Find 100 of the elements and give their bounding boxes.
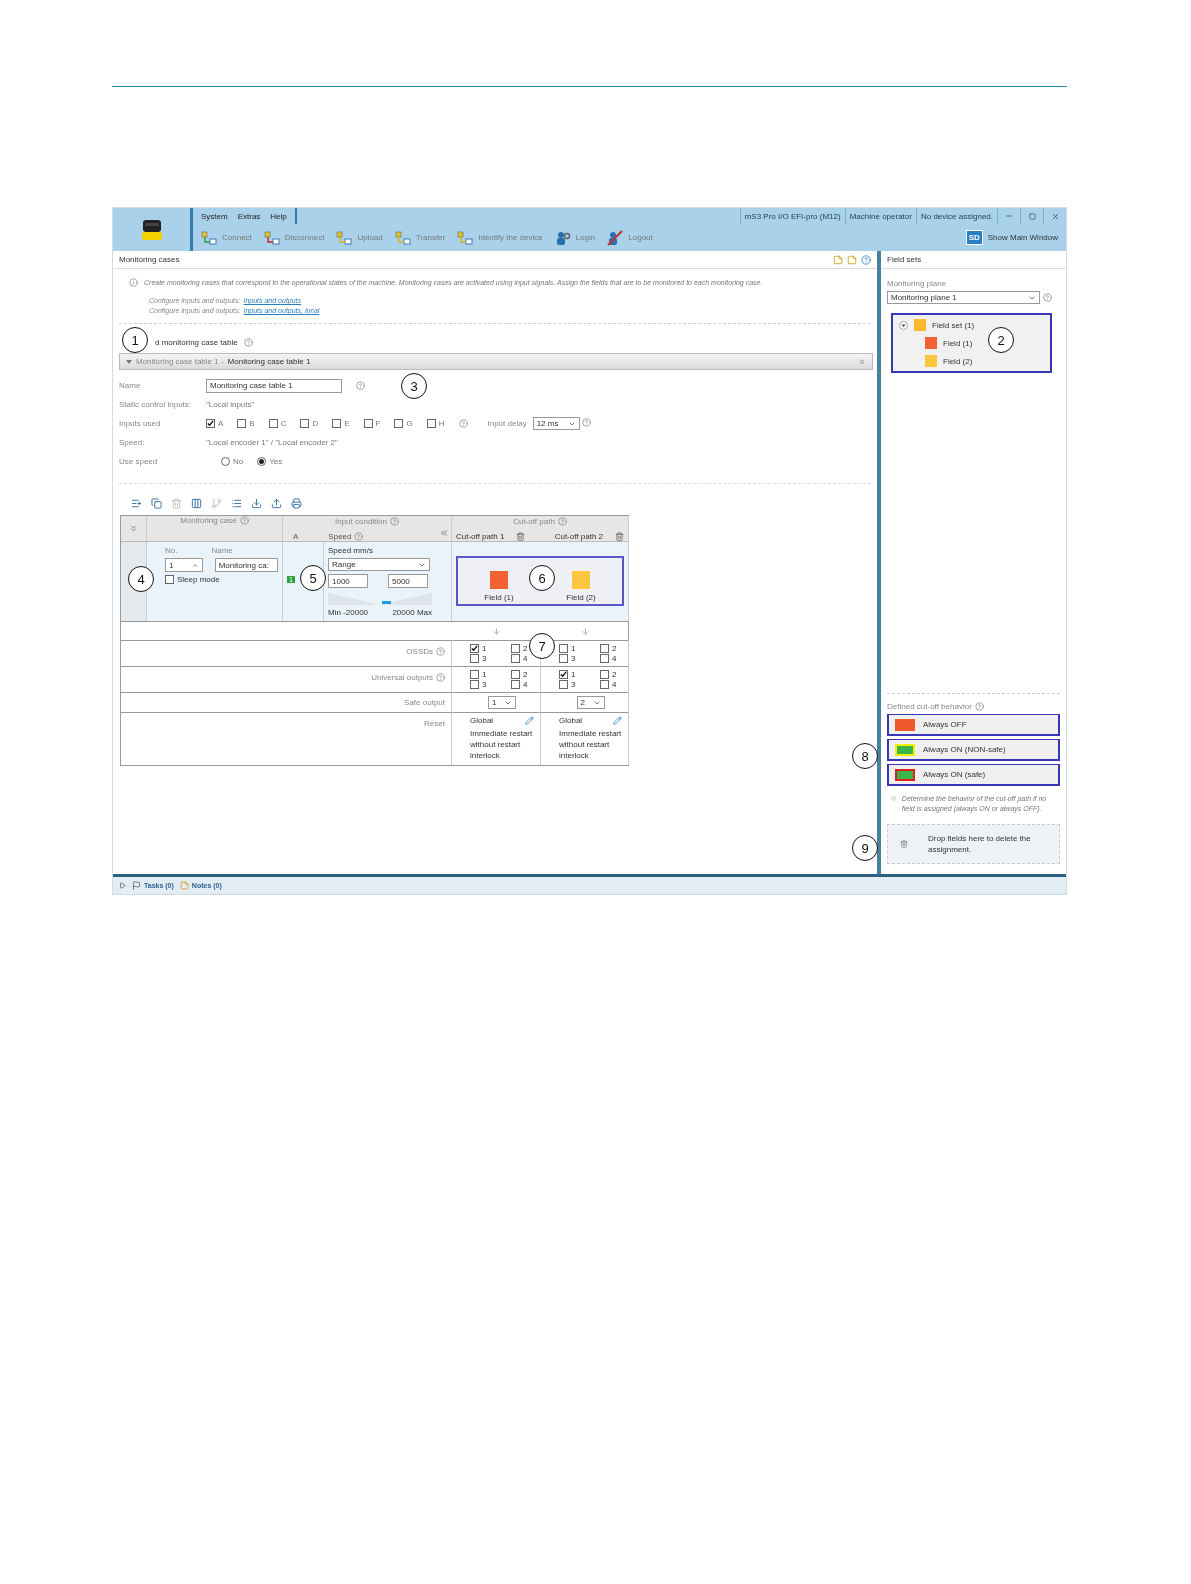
arrow-icon <box>492 626 501 636</box>
field-swatch[interactable] <box>490 571 508 589</box>
safe-output-select[interactable]: 2 <box>576 696 605 709</box>
max-speed-field[interactable]: 5000 <box>388 574 428 588</box>
row-label: OSSDs <box>406 647 433 656</box>
number-field[interactable]: 1 <box>165 558 203 572</box>
copy-icon[interactable] <box>151 498 162 509</box>
callout-number: 3 <box>401 373 427 399</box>
min-speed-field[interactable]: 1000 <box>328 574 368 588</box>
checkbox[interactable] <box>511 644 520 653</box>
checkbox[interactable] <box>300 419 310 428</box>
checkbox[interactable] <box>470 670 479 679</box>
list-icon[interactable] <box>231 498 242 509</box>
checkbox[interactable] <box>511 654 520 663</box>
help-icon[interactable] <box>581 418 591 427</box>
radio-label: No <box>233 457 244 466</box>
speed-mode-select[interactable]: Range <box>328 558 430 571</box>
export-icon[interactable] <box>271 498 282 509</box>
menu-item[interactable]: System <box>201 211 228 221</box>
help-icon[interactable] <box>356 381 365 390</box>
checkbox-label: 3 <box>571 680 576 689</box>
columns-icon[interactable] <box>191 498 202 509</box>
import-icon[interactable] <box>251 498 262 509</box>
checkbox[interactable] <box>559 654 568 663</box>
checkbox[interactable] <box>470 654 479 663</box>
trash-icon[interactable] <box>516 531 526 541</box>
field-label: No. <box>165 546 178 555</box>
column-header: Cut-off path 2 <box>554 531 603 541</box>
row-label: Safe output <box>404 698 445 707</box>
tree-item[interactable]: Field set (1) <box>932 320 975 330</box>
callout-number: 7 <box>529 633 555 659</box>
checkbox[interactable] <box>363 419 373 428</box>
name-field[interactable]: Monitoring case table 1 <box>206 378 342 393</box>
checkbox[interactable] <box>600 680 609 689</box>
safe-output-select[interactable]: 1 <box>488 696 516 709</box>
help-icon[interactable] <box>974 702 984 711</box>
expand-icon[interactable] <box>119 882 126 889</box>
help-icon[interactable] <box>1043 293 1052 302</box>
column-header: Speed <box>328 531 352 541</box>
checkbox-label: 4 <box>523 654 528 663</box>
checkbox-label: D <box>312 419 319 428</box>
tree-item[interactable]: Field (1) <box>943 338 973 348</box>
help-icon[interactable] <box>861 254 871 265</box>
cut-off-behavior-button[interactable]: Always OFF <box>887 714 1060 736</box>
monitoring-plane-select[interactable]: Monitoring plane 1 <box>887 291 1040 304</box>
checkbox[interactable] <box>426 419 436 428</box>
checkbox[interactable] <box>511 680 520 689</box>
expand-icon <box>126 358 132 365</box>
trash-icon[interactable] <box>615 531 624 541</box>
checkbox[interactable] <box>268 419 278 428</box>
checkbox[interactable] <box>394 419 404 428</box>
menu-item[interactable]: Help <box>270 211 287 221</box>
checkbox[interactable] <box>470 644 479 653</box>
checkbox-label: 3 <box>482 654 487 663</box>
checkbox[interactable] <box>600 670 609 679</box>
spinner-icon[interactable] <box>191 561 199 569</box>
add-row-icon[interactable] <box>131 498 142 509</box>
checkbox[interactable] <box>237 419 247 428</box>
checkbox[interactable] <box>206 419 215 428</box>
cut-off-behavior-button[interactable]: Always ON (NON-safe) <box>887 739 1060 761</box>
checkbox[interactable] <box>600 654 609 663</box>
devices-icon <box>201 229 217 246</box>
collapse-icon[interactable] <box>129 524 138 533</box>
help-icon[interactable] <box>243 338 253 347</box>
user-key-icon <box>554 229 571 246</box>
drop-zone[interactable]: Drop fields here to delete the assignment. <box>887 824 1060 864</box>
checkbox[interactable] <box>559 670 568 679</box>
panel-title: Field sets <box>887 255 922 264</box>
checkbox[interactable] <box>470 680 479 689</box>
checkbox-label: 1 <box>571 644 576 653</box>
reset-scope: Global <box>559 716 583 725</box>
collapse-icon[interactable] <box>858 357 866 366</box>
checkbox[interactable] <box>559 644 568 653</box>
printer-icon[interactable] <box>291 498 302 509</box>
cut-off-behavior-button[interactable]: Always ON (safe) <box>887 764 1060 786</box>
name-field[interactable]: Monitoring ca: <box>214 558 278 572</box>
input-delay-select[interactable]: 12 ms <box>532 417 580 430</box>
checkbox[interactable] <box>600 644 609 653</box>
help-icon[interactable] <box>436 673 445 682</box>
field-swatch[interactable] <box>572 571 590 589</box>
add-table-label[interactable]: d monitoring case table <box>155 338 238 347</box>
help-icon[interactable] <box>458 419 468 428</box>
status-label: Machine operator <box>844 208 916 224</box>
checkbox-label: 3 <box>571 654 576 663</box>
checkbox[interactable] <box>332 419 342 428</box>
checkbox-label: 2 <box>612 670 617 679</box>
checkbox[interactable] <box>165 575 174 584</box>
checkbox-label: 4 <box>612 654 617 663</box>
help-icon[interactable] <box>436 647 445 656</box>
checkbox[interactable] <box>559 680 568 689</box>
show-main-window-button[interactable]: SD Show Main Window <box>965 230 1058 245</box>
form-label: Inputs used <box>119 419 162 428</box>
checkbox-label: F <box>375 419 381 428</box>
user-slash-icon <box>607 229 624 246</box>
checkbox[interactable] <box>511 670 520 679</box>
menu-item[interactable]: Extras <box>237 211 261 221</box>
expand-icon[interactable] <box>899 320 908 330</box>
checkbox-label: H <box>438 419 445 428</box>
tree-item[interactable]: Field (2) <box>943 356 973 366</box>
section-header[interactable]: Monitoring case table 1 - Monitoring case table 1 <box>119 353 873 370</box>
